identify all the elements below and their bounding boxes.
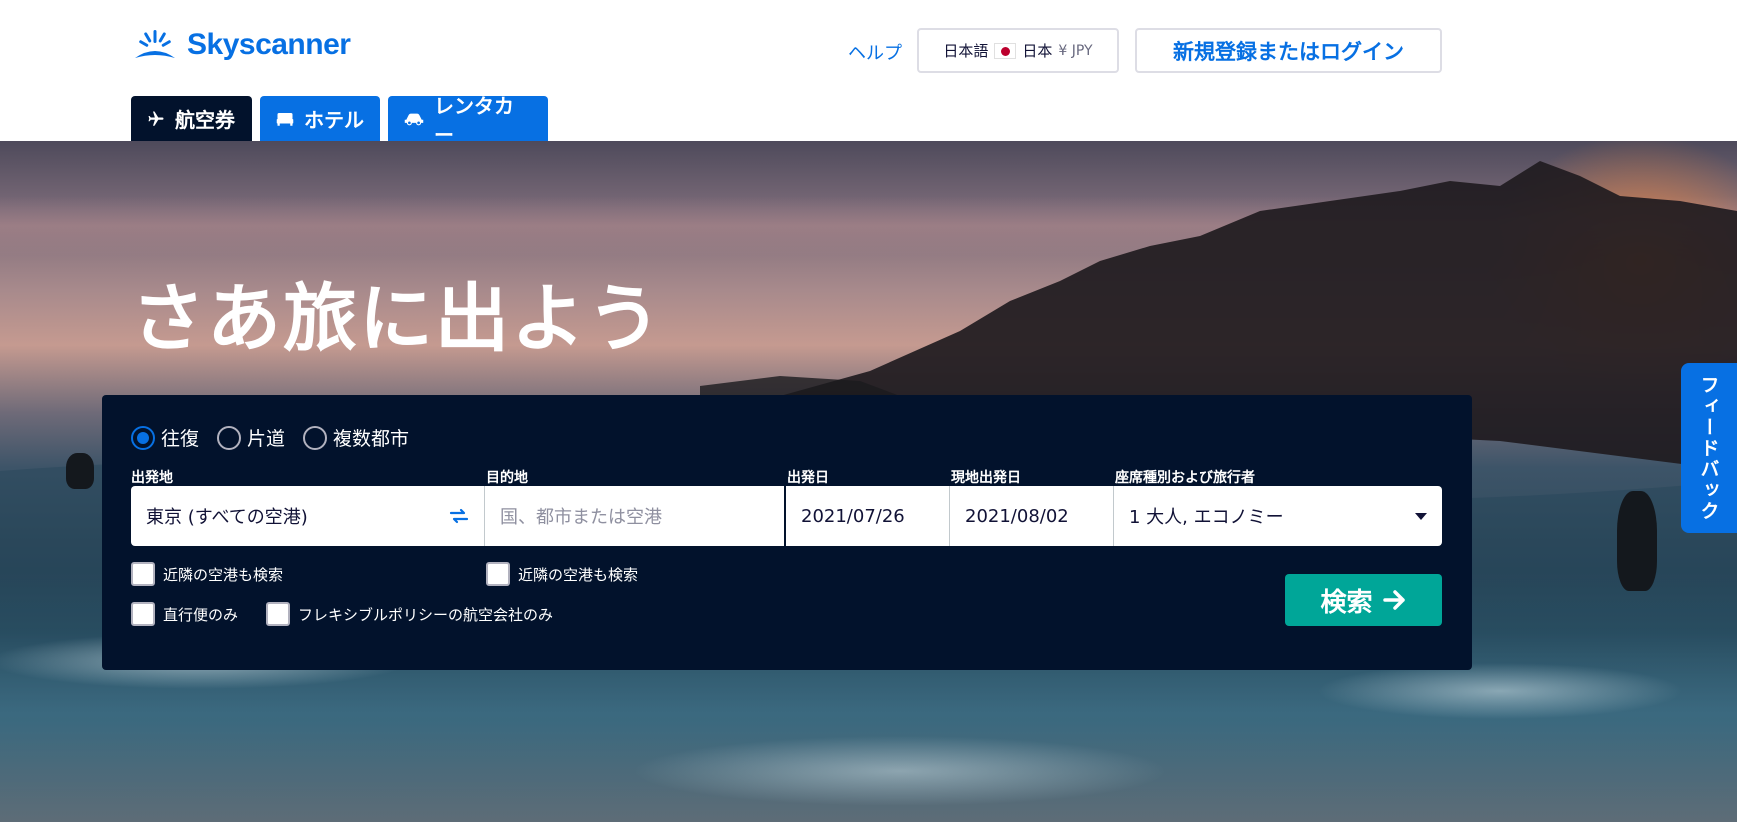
locale-currency-button[interactable]: 日本語 日本 ¥ JPY (917, 28, 1119, 73)
hero-swimmer-left (66, 453, 94, 489)
flexible-policy-label: フレキシブルポリシーの航空会社のみ (298, 605, 554, 624)
origin-label: 出発地 (131, 470, 173, 486)
nearby-destination-checkbox[interactable] (486, 562, 510, 586)
cabin-travellers-select[interactable]: 1 大人, エコノミー (1114, 486, 1442, 546)
cabin-travellers-label: 座席種別および旅行者 (1115, 470, 1255, 486)
tab-car-hire[interactable]: レンタカー (388, 94, 548, 147)
hero-title: さあ旅に出よう (131, 276, 663, 362)
trip-type-one-way[interactable]: 片道 (217, 424, 285, 451)
nearby-destination-label: 近隣の空港も検索 (518, 565, 639, 584)
destination-label: 目的地 (486, 470, 528, 486)
page: Skyscanner ヘルプ 日本語 日本 ¥ JPY 新規登録またはログイン … (0, 0, 1737, 822)
language-label: 日本語 (943, 42, 989, 60)
logo-text: Skyscanner (187, 28, 351, 61)
depart-date-value: 2021/07/26 (801, 505, 905, 527)
currency-label: ¥ JPY (1058, 42, 1093, 59)
nearby-origin-option[interactable]: 近隣の空港も検索 (131, 562, 283, 586)
return-date-input[interactable]: 2021/08/02 (950, 486, 1114, 546)
trip-type-group: 往復 片道 複数都市 (131, 424, 409, 451)
sunrise-logo-icon (135, 30, 175, 58)
arrow-right-icon (1382, 590, 1405, 610)
radio-return[interactable] (131, 425, 155, 450)
nearby-destination-option[interactable]: 近隣の空港も検索 (486, 562, 638, 586)
return-date-value: 2021/08/02 (965, 505, 1069, 527)
swap-icon[interactable] (449, 508, 469, 524)
trip-type-return-label: 往復 (161, 428, 200, 450)
tab-hotels[interactable]: ホテル (260, 96, 380, 141)
plane-icon (148, 111, 164, 126)
feedback-label: フィードバック (1697, 374, 1720, 522)
depart-label: 出発日 (787, 470, 829, 486)
skyscanner-logo[interactable]: Skyscanner (131, 26, 351, 64)
destination-placeholder: 国、都市または空港 (500, 507, 662, 528)
hero-runner-right (1617, 491, 1657, 591)
direct-only-checkbox[interactable] (131, 602, 155, 626)
nearby-origin-checkbox[interactable] (131, 562, 155, 586)
feedback-tab[interactable]: フィードバック (1681, 363, 1737, 533)
login-signup-button[interactable]: 新規登録またはログイン (1135, 28, 1442, 73)
car-icon (404, 113, 424, 125)
trip-type-multi-city-label: 複数都市 (333, 428, 410, 450)
radio-multi-city[interactable] (303, 425, 328, 450)
country-label: 日本 (1022, 42, 1053, 60)
depart-date-input[interactable]: 2021/07/26 (786, 486, 950, 546)
trip-type-multi-city[interactable]: 複数都市 (303, 424, 409, 451)
cabin-travellers-value: 1 大人, エコノミー (1129, 507, 1284, 528)
trip-type-return[interactable]: 往復 (131, 424, 199, 451)
flexible-policy-checkbox[interactable] (266, 602, 290, 626)
radio-one-way[interactable] (217, 425, 242, 450)
destination-input[interactable]: 国、都市または空港 (485, 486, 786, 546)
search-fields: 東京 (すべての空港) 国、都市または空港 2021/07/26 2021/08… (131, 486, 1442, 546)
tab-flights[interactable]: 航空券 (131, 96, 252, 141)
bed-icon (276, 112, 294, 126)
return-label: 現地出発日 (951, 470, 1021, 486)
tab-hotels-label: ホテル (304, 108, 364, 132)
help-link[interactable]: ヘルプ (848, 39, 902, 65)
origin-input[interactable]: 東京 (すべての空港) (131, 486, 485, 546)
tab-flights-label: 航空券 (175, 108, 235, 132)
origin-value: 東京 (すべての空港) (146, 507, 308, 528)
direct-only-option[interactable]: 直行便のみ (131, 602, 238, 626)
japan-flag-icon (994, 42, 1017, 59)
tab-car-hire-label: レンタカー (434, 93, 514, 147)
direct-only-label: 直行便のみ (163, 605, 239, 624)
search-button-label: 検索 (1320, 587, 1373, 618)
product-tabs: 航空券 ホテル レンタカー (131, 94, 548, 147)
flexible-policy-option[interactable]: フレキシブルポリシーの航空会社のみ (266, 602, 553, 626)
header: Skyscanner ヘルプ 日本語 日本 ¥ JPY 新規登録またはログイン … (0, 0, 1737, 147)
flight-search-panel: 往復 片道 複数都市 出発地 目的地 出発日 現地出発日 座席種別および旅行者 … (102, 395, 1472, 670)
trip-type-one-way-label: 片道 (247, 428, 286, 450)
nearby-origin-label: 近隣の空港も検索 (163, 565, 284, 584)
search-button[interactable]: 検索 (1285, 574, 1442, 626)
chevron-down-icon (1415, 512, 1427, 520)
